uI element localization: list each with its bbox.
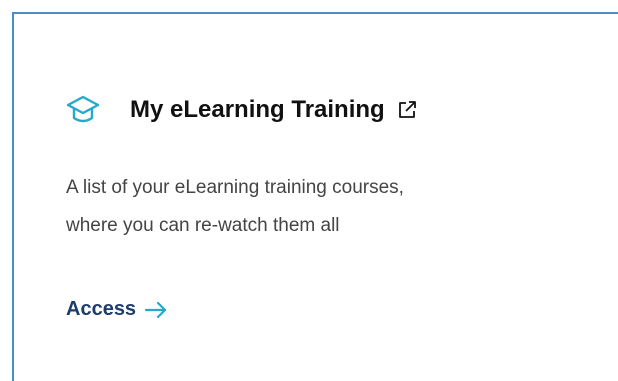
card-header: My eLearning Training (66, 90, 419, 130)
description-line-1: A list of your eLearning training course… (66, 177, 404, 198)
access-label: Access (66, 298, 137, 320)
graduation-cap-icon (66, 93, 100, 127)
card-description: A list of your eLearning training course… (66, 169, 586, 245)
description-line-2: where you can re-watch them all (66, 215, 340, 236)
external-link-icon[interactable] (395, 98, 419, 122)
arrow-right-icon (144, 300, 168, 320)
card-title: My eLearning Training (130, 96, 385, 123)
access-link[interactable]: Access (66, 298, 168, 321)
elearning-card: My eLearning Training A list of your eLe… (12, 12, 618, 381)
